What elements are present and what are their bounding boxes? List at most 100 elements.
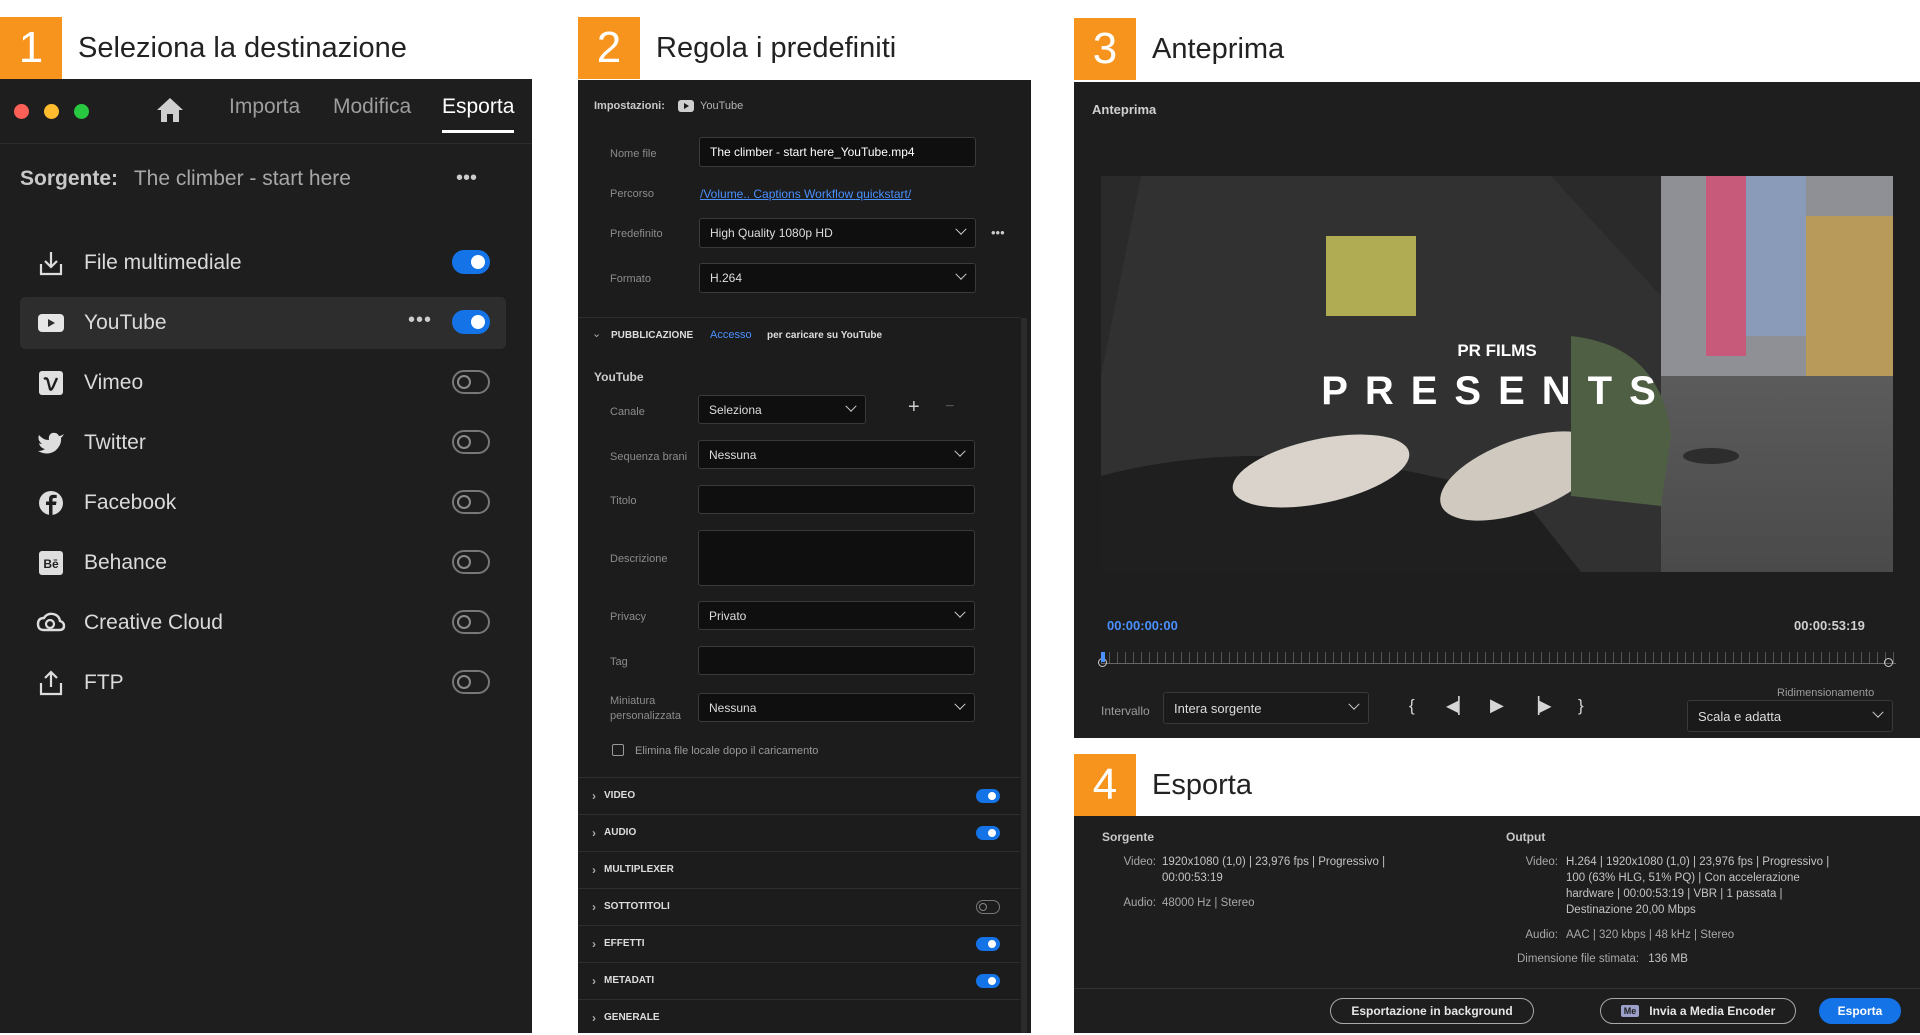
channel-value: Seleziona	[709, 402, 762, 417]
thumbnail-dropdown[interactable]: Nessuna	[698, 693, 975, 722]
chevron-right-icon: ›	[592, 973, 596, 988]
tag-label: Tag	[610, 656, 628, 668]
chevron-right-icon: ›	[592, 899, 596, 914]
preset-dropdown[interactable]: High Quality 1080p HD	[699, 218, 976, 248]
destination-vimeo[interactable]: Vimeo	[20, 357, 506, 409]
nav-import[interactable]: Importa	[229, 95, 300, 119]
source-header: Sorgente	[1102, 830, 1155, 844]
destination-file[interactable]: File multimediale	[20, 237, 506, 289]
background-export-button[interactable]: Esportazione in background	[1330, 998, 1534, 1024]
destination-youtube[interactable]: YouTube •••	[20, 297, 506, 349]
destination-twitter[interactable]: Twitter	[20, 417, 506, 469]
nav-export[interactable]: Esporta	[442, 95, 515, 133]
preset-settings-panel: Impostazioni: YouTube Nome file The clim…	[578, 80, 1031, 1033]
section-metadata[interactable]: › METADATI	[578, 962, 1020, 998]
destination-ftp[interactable]: FTP	[20, 657, 506, 709]
minimize-window-button[interactable]	[44, 104, 59, 119]
upload-icon	[36, 668, 66, 698]
chevron-down-icon[interactable]: ⌄	[592, 327, 601, 340]
section-toggle[interactable]	[976, 900, 1000, 914]
section-video[interactable]: › VIDEO	[578, 777, 1020, 813]
section-label: EFFETTI	[604, 938, 645, 949]
delete-local-checkbox[interactable]	[612, 744, 624, 756]
description-input[interactable]	[698, 530, 975, 586]
destination-creative-cloud[interactable]: Creative Cloud	[20, 597, 506, 649]
remove-channel-button[interactable]: −	[945, 398, 954, 416]
destination-toggle[interactable]	[452, 310, 490, 334]
source-more-button[interactable]: •••	[456, 167, 477, 190]
section-effects[interactable]: › EFFETTI	[578, 925, 1020, 961]
section-multiplexer[interactable]: › MULTIPLEXER	[578, 851, 1020, 887]
export-button[interactable]: Esporta	[1819, 998, 1901, 1024]
step-number: 3	[1074, 18, 1136, 80]
step-4-header: 4 Esporta	[1074, 754, 1252, 816]
export-summary-panel: Sorgente Output Video: 1920x1080 (1,0) |…	[1074, 816, 1920, 1033]
out-point-handle[interactable]	[1884, 658, 1893, 667]
section-toggle[interactable]	[976, 826, 1000, 840]
destination-toggle[interactable]	[452, 250, 490, 274]
chevron-right-icon: ›	[592, 862, 596, 877]
preview-video-frame[interactable]: PR FILMS PRESENTS	[1101, 176, 1893, 572]
format-dropdown[interactable]: H.264	[699, 263, 976, 293]
source-audio-label: Audio:	[1123, 897, 1156, 909]
media-encoder-icon: Me	[1620, 1005, 1640, 1017]
add-channel-button[interactable]: +	[908, 396, 920, 419]
destination-facebook[interactable]: Facebook	[20, 477, 506, 529]
timeline-ruler[interactable]	[1101, 652, 1896, 664]
send-to-media-encoder-button[interactable]: Me Invia a Media Encoder	[1600, 998, 1796, 1024]
overlay-subtitle: PR FILMS	[1457, 341, 1537, 360]
resize-dropdown[interactable]: Scala e adatta	[1687, 700, 1893, 732]
mark-in-icon[interactable]: {	[1409, 696, 1415, 716]
scrollbar[interactable]	[1021, 318, 1027, 1033]
destination-more-button[interactable]: •••	[408, 309, 432, 332]
delete-local-label: Elimina file locale dopo il caricamento	[635, 745, 819, 757]
chevron-down-icon	[954, 606, 966, 618]
channel-dropdown[interactable]: Seleziona	[698, 395, 866, 424]
source-label: Sorgente:	[20, 167, 119, 190]
maximize-window-button[interactable]	[74, 104, 89, 119]
nav-edit[interactable]: Modifica	[333, 95, 411, 119]
privacy-label: Privacy	[610, 611, 647, 623]
destination-toggle[interactable]	[452, 490, 490, 514]
media-encoder-label: Invia a Media Encoder	[1649, 1004, 1776, 1018]
section-toggle[interactable]	[976, 789, 1000, 803]
title-input[interactable]	[698, 485, 975, 514]
playhead[interactable]	[1101, 652, 1105, 662]
tag-input[interactable]	[698, 646, 975, 675]
chevron-down-icon	[955, 268, 967, 280]
range-dropdown[interactable]: Intera sorgente	[1163, 692, 1369, 724]
playlist-dropdown[interactable]: Nessuna	[698, 440, 975, 469]
step-forward-icon[interactable]: ▕▶	[1527, 696, 1552, 716]
chevron-down-icon	[955, 223, 967, 235]
destination-toggle[interactable]	[452, 670, 490, 694]
thumbnail-value: Nessuna	[709, 700, 757, 715]
destination-toggle[interactable]	[452, 550, 490, 574]
destination-behance[interactable]: Bē Behance	[20, 537, 506, 589]
section-subtitles[interactable]: › SOTTOTITOLI	[578, 888, 1020, 924]
destination-toggle[interactable]	[452, 430, 490, 454]
path-link[interactable]: /Volume.. Captions Workflow quickstart/	[700, 187, 911, 201]
section-toggle[interactable]	[976, 974, 1000, 988]
step-title: Seleziona la destinazione	[78, 31, 407, 64]
step-number: 1	[0, 17, 62, 79]
mark-out-icon[interactable]: }	[1578, 696, 1584, 716]
publish-header[interactable]: PUBBLICAZIONE	[611, 330, 693, 341]
preset-more-button[interactable]: •••	[991, 225, 1005, 240]
preview-panel: Anteprima PR FILMS PRESENTS 00:00:00:00 …	[1074, 82, 1920, 738]
step-back-icon[interactable]: ◀▏	[1446, 696, 1471, 716]
close-window-button[interactable]	[14, 104, 29, 119]
section-toggle[interactable]	[976, 937, 1000, 951]
filename-input[interactable]: The climber - start here_YouTube.mp4	[699, 137, 976, 167]
chevron-down-icon	[954, 445, 966, 457]
chevron-down-icon	[1872, 706, 1884, 718]
login-link[interactable]: Accesso	[710, 329, 752, 341]
home-icon[interactable]	[156, 97, 184, 128]
section-general[interactable]: › GENERALE	[578, 999, 1020, 1035]
section-audio[interactable]: › AUDIO	[578, 814, 1020, 850]
source-video-label: Video:	[1123, 856, 1156, 868]
play-icon[interactable]: ▶	[1490, 695, 1504, 716]
privacy-dropdown[interactable]: Privato	[698, 601, 975, 630]
destination-toggle[interactable]	[452, 610, 490, 634]
destination-toggle[interactable]	[452, 370, 490, 394]
section-label: GENERALE	[604, 1012, 660, 1023]
